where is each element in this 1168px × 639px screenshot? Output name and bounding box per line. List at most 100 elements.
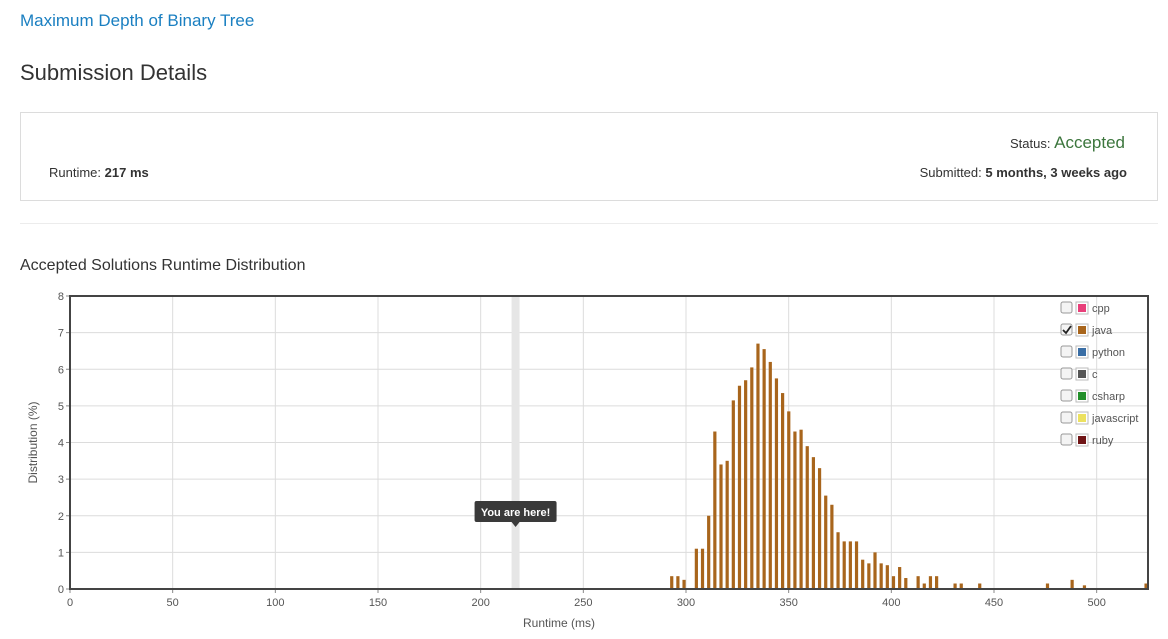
bar <box>731 400 735 589</box>
y-tick-label: 6 <box>58 364 64 376</box>
bar <box>817 468 822 589</box>
runtime-row: Runtime: 217 ms <box>49 165 149 180</box>
bar <box>793 431 797 589</box>
legend-checkbox[interactable] <box>1060 389 1073 402</box>
problem-title-link[interactable]: Maximum Depth of Binary Tree <box>20 11 254 31</box>
you-are-here-label: You are here! <box>481 507 551 519</box>
legend-swatch <box>1078 392 1086 400</box>
x-tick-label: 200 <box>471 597 489 609</box>
legend-swatch <box>1078 436 1086 444</box>
legend-label: csharp <box>1092 391 1125 403</box>
y-axis-label: Distribution (%) <box>26 401 40 483</box>
submitted-value: 5 months, 3 weeks ago <box>985 165 1127 180</box>
bar <box>799 429 803 589</box>
bar <box>682 579 686 589</box>
bar <box>676 576 680 589</box>
bar <box>885 565 889 589</box>
x-tick-label: 350 <box>779 597 797 609</box>
legend-checkbox[interactable] <box>1060 345 1073 358</box>
legend-swatch <box>1078 370 1086 378</box>
y-tick-label: 7 <box>58 328 64 340</box>
legend-checkbox[interactable] <box>1060 301 1073 314</box>
x-tick-label: 150 <box>369 597 387 609</box>
bar <box>928 576 933 589</box>
legend-item-csharp: csharp <box>1060 389 1125 403</box>
section-divider <box>20 223 1158 224</box>
bar <box>824 495 828 589</box>
bar <box>861 559 865 589</box>
bar <box>756 343 760 589</box>
bar <box>725 460 729 589</box>
bar <box>879 563 883 589</box>
bar <box>811 457 816 589</box>
legend-swatch <box>1078 326 1086 334</box>
legend-item-c: c <box>1060 367 1098 381</box>
submitted-row: Submitted: 5 months, 3 weeks ago <box>920 165 1127 180</box>
x-tick-label: 450 <box>985 597 1003 609</box>
legend-label: java <box>1091 325 1113 337</box>
legend-checkbox[interactable] <box>1060 367 1073 380</box>
x-tick-label: 250 <box>574 597 592 609</box>
runtime-label: Runtime: <box>49 165 102 180</box>
bar <box>848 541 852 589</box>
bar <box>694 548 698 589</box>
bar <box>916 576 920 589</box>
bar <box>670 576 674 589</box>
bar <box>904 578 908 589</box>
bar <box>744 380 748 589</box>
submission-details-panel: Status: Accepted Runtime: 217 ms Submitt… <box>20 112 1158 201</box>
y-tick-label: 4 <box>58 438 64 450</box>
legend-label: python <box>1092 347 1125 359</box>
y-tick-label: 2 <box>58 511 64 523</box>
legend-label: c <box>1092 369 1098 381</box>
legend-label: javascript <box>1091 413 1138 425</box>
legend-item-python: python <box>1060 345 1125 359</box>
bar <box>737 385 742 589</box>
x-tick-label: 500 <box>1087 597 1105 609</box>
bar <box>805 446 809 589</box>
legend-item-ruby: ruby <box>1060 433 1114 447</box>
runtime-value: 217 ms <box>104 165 149 180</box>
bar <box>898 567 902 589</box>
bar <box>1070 579 1074 589</box>
legend-label: cpp <box>1092 303 1110 315</box>
legend-item-cpp: cpp <box>1060 301 1110 315</box>
bar <box>781 393 785 589</box>
x-tick-label: 50 <box>167 597 179 609</box>
bar <box>836 532 840 589</box>
bar <box>719 464 723 589</box>
you-are-here-marker <box>511 296 520 589</box>
legend-checkbox[interactable] <box>1060 411 1073 424</box>
bar <box>854 541 859 589</box>
bar <box>707 515 711 589</box>
x-tick-label: 300 <box>677 597 695 609</box>
y-tick-label: 1 <box>58 547 64 559</box>
x-axis-label: Runtime (ms) <box>523 616 595 630</box>
legend-item-java: java <box>1060 323 1113 337</box>
legend-swatch <box>1078 348 1086 356</box>
y-tick-label: 0 <box>58 584 64 596</box>
bar <box>842 541 846 589</box>
bar <box>867 563 871 589</box>
bar <box>774 378 779 589</box>
chart-section-title: Accepted Solutions Runtime Distribution <box>20 257 306 274</box>
y-tick-label: 3 <box>58 474 64 486</box>
bar <box>891 576 896 589</box>
bar <box>762 349 766 589</box>
page-title: Submission Details <box>20 60 208 85</box>
y-tick-label: 8 <box>58 291 64 303</box>
legend-swatch <box>1078 414 1086 422</box>
legend-checkbox[interactable] <box>1060 433 1073 446</box>
bar <box>830 504 834 589</box>
bar <box>873 552 877 589</box>
status-label: Status: <box>1010 136 1051 151</box>
legend-label: ruby <box>1092 435 1114 447</box>
legend-swatch <box>1078 304 1086 312</box>
submitted-label: Submitted: <box>919 165 982 180</box>
runtime-distribution-chart: 0 50 100 150 200 250 300 350 400 450 500 0 1 2 3 4 5 6 7 8 R… <box>26 291 1149 630</box>
x-tick-label: 0 <box>67 597 73 609</box>
bar <box>787 411 791 589</box>
x-tick-label: 400 <box>882 597 900 609</box>
y-tick-label: 5 <box>58 401 64 413</box>
bar <box>768 361 772 589</box>
